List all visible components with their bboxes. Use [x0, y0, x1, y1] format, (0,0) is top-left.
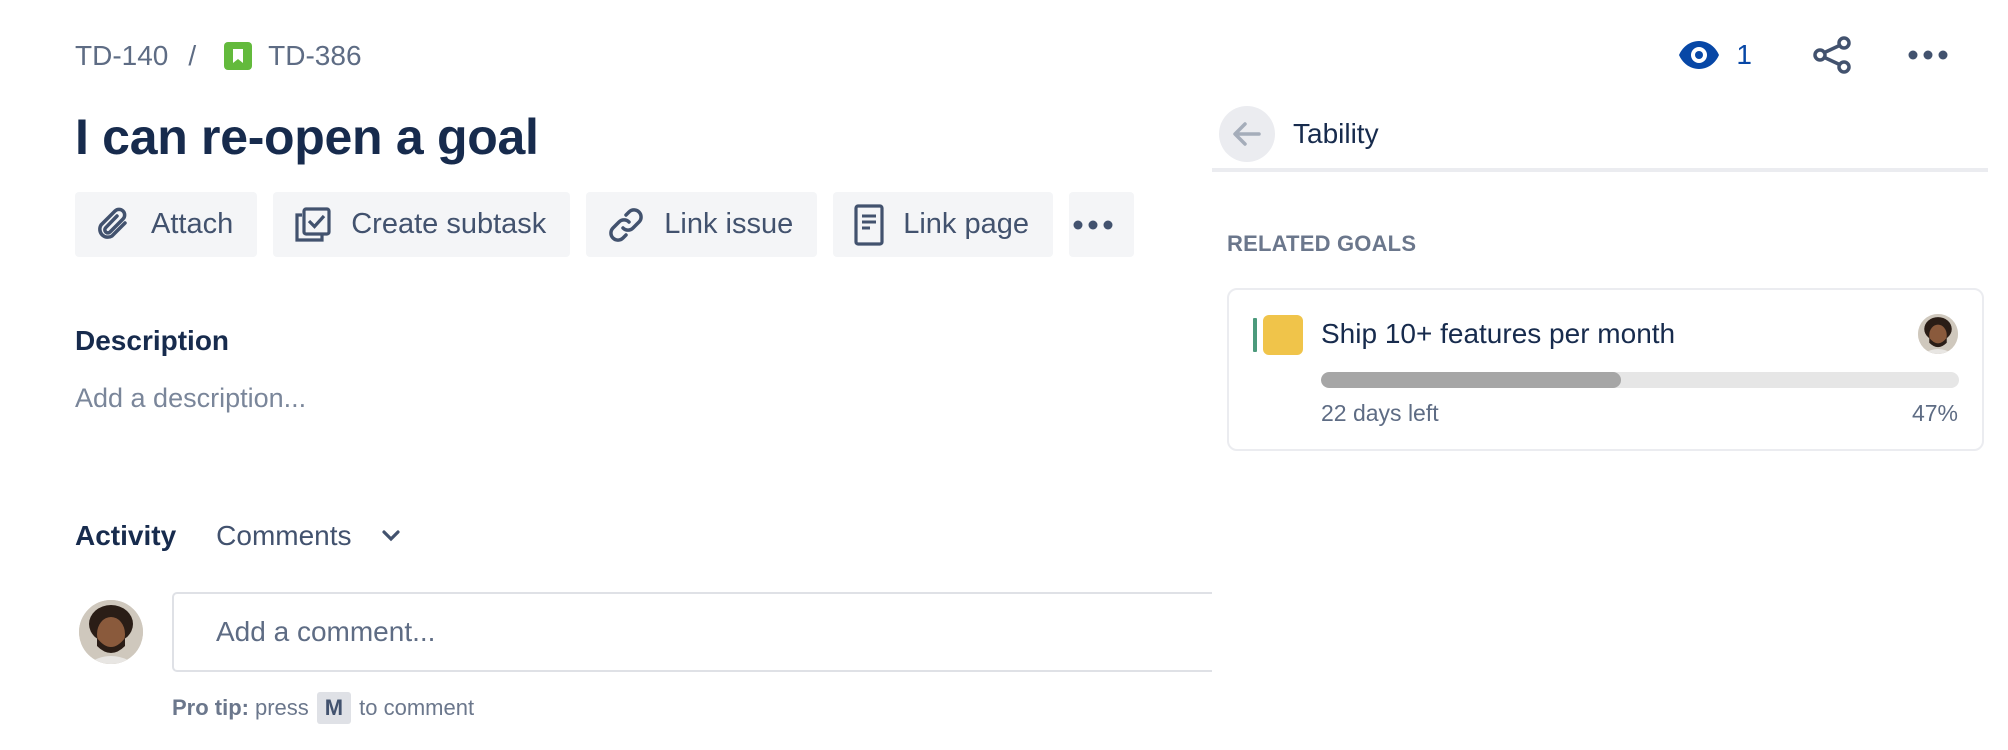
more-horizontal-icon	[1073, 220, 1113, 229]
share-icon	[1813, 36, 1851, 74]
create-subtask-label: Create subtask	[351, 208, 547, 240]
activity-heading: Activity	[75, 520, 177, 551]
goal-status-indicator	[1253, 318, 1257, 352]
breadcrumb-current-link[interactable]: TD-386	[268, 40, 361, 72]
description-heading: Description	[75, 325, 230, 356]
keyboard-shortcut-key: M	[316, 692, 352, 724]
more-actions-button[interactable]	[1908, 50, 1948, 60]
goal-progress-bar	[1321, 372, 1959, 388]
story-icon	[224, 42, 253, 70]
paperclip-icon	[98, 207, 127, 239]
panel-header: Tability	[1212, 100, 1988, 172]
pro-tip-label: Pro tip:	[172, 695, 249, 720]
pro-tip-text-after: to comment	[359, 695, 475, 720]
chevron-down-icon	[381, 530, 400, 542]
current-user-avatar	[79, 600, 143, 664]
related-goals-heading: RELATED GOALS	[1227, 231, 1417, 256]
activity-header: Activity Comments	[75, 520, 400, 552]
attach-button[interactable]: Attach	[75, 192, 258, 257]
link-icon	[609, 207, 644, 242]
watchers-count: 1	[1736, 39, 1752, 70]
share-button[interactable]	[1812, 36, 1852, 74]
create-subtask-button[interactable]: Create subtask	[273, 192, 571, 257]
pro-tip-text-before: press	[255, 695, 309, 720]
page-icon	[854, 203, 884, 246]
header-actions: 1	[1678, 36, 1948, 74]
link-issue-button[interactable]: Link issue	[586, 192, 818, 257]
goal-title[interactable]: Ship 10+ features per month	[1321, 318, 1675, 350]
issue-view: TD-140 / TD-386 1 I can re-open a goal A…	[0, 0, 2008, 750]
goal-color-square	[1263, 315, 1303, 355]
breadcrumb-separator: /	[188, 40, 197, 71]
toolbar-more-button[interactable]	[1069, 192, 1135, 257]
attach-label: Attach	[151, 208, 234, 240]
link-page-button[interactable]: Link page	[833, 192, 1054, 257]
comment-placeholder: Add a comment...	[216, 616, 436, 647]
activity-filter-label: Comments	[216, 520, 352, 551]
more-horizontal-icon	[1908, 50, 1948, 60]
goal-progress-fill	[1321, 372, 1621, 388]
description-field[interactable]: Add a description...	[75, 383, 306, 414]
issue-title[interactable]: I can re-open a goal	[75, 108, 539, 166]
panel-title: Tability	[1293, 118, 1379, 149]
link-page-label: Link page	[903, 208, 1030, 240]
breadcrumb-parent-link[interactable]: TD-140	[75, 40, 168, 72]
link-issue-label: Link issue	[664, 208, 794, 240]
activity-filter-dropdown[interactable]: Comments	[216, 520, 400, 552]
issue-toolbar: Attach Create subtask Link issue Link pa…	[75, 192, 1135, 257]
arrow-left-icon	[1233, 122, 1261, 146]
breadcrumb: TD-140 / TD-386	[75, 40, 362, 72]
goal-owner-avatar	[1918, 314, 1958, 354]
eye-icon	[1679, 41, 1720, 69]
comment-input[interactable]: Add a comment...	[172, 592, 1212, 672]
goal-card[interactable]: Ship 10+ features per month 22 days left…	[1227, 288, 1984, 451]
goal-days-left: 22 days left	[1321, 400, 1439, 426]
back-button[interactable]	[1219, 106, 1275, 162]
pro-tip: Pro tip: press M to comment	[172, 692, 474, 724]
subtask-icon	[295, 206, 331, 242]
watch-button[interactable]: 1	[1678, 39, 1752, 71]
goal-progress-percent: 47%	[1911, 400, 1958, 426]
tability-panel: Tability RELATED GOALS Ship 10+ features…	[1212, 100, 1988, 750]
